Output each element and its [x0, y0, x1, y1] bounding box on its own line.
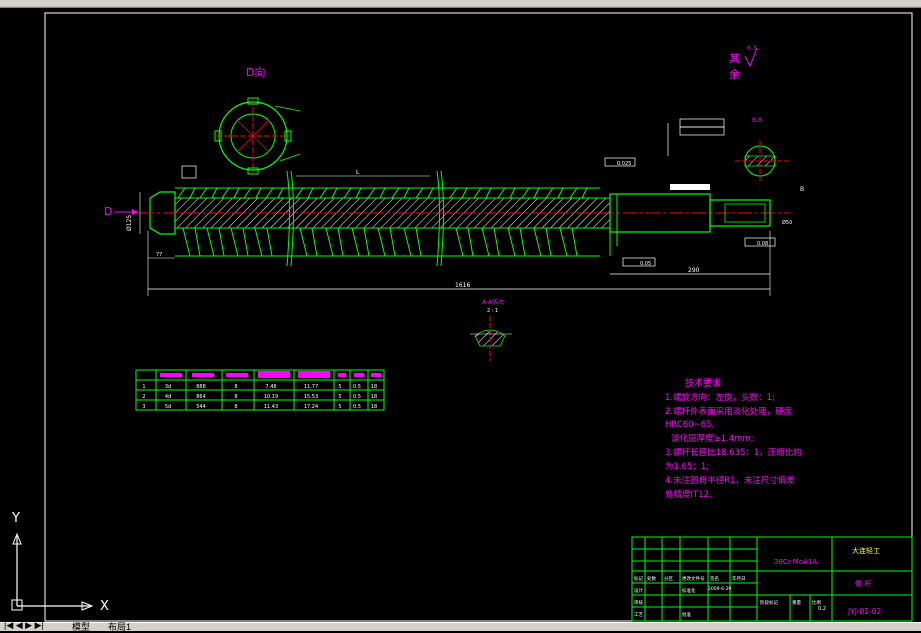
ucs-x-label: X — [100, 599, 109, 614]
svg-text:标准化: 标准化 — [682, 587, 696, 594]
svg-text:审核: 审核 — [634, 599, 643, 606]
table-cell: 18 — [371, 404, 377, 410]
svg-text:其: 其 — [729, 52, 740, 65]
table-cell: 5d — [165, 404, 171, 410]
drawing-border — [44, 12, 913, 622]
table-cell: 2 — [142, 394, 145, 400]
table-cell: 544 — [196, 404, 206, 410]
svg-text:批准: 批准 — [682, 611, 691, 618]
svg-text:为1.65：1;: 为1.65：1; — [665, 461, 709, 472]
table-cell: 7.48 — [265, 384, 276, 390]
tech-requirements: 技术要求 1.螺旋方向：左旋，头数：1; 2.螺杆外表面采用淡化处理，硬度 HR… — [665, 377, 802, 500]
svg-text:处精度IT12.: 处精度IT12. — [665, 489, 712, 500]
table-cell: 15.53 — [304, 394, 318, 400]
svg-text:工艺: 工艺 — [634, 612, 643, 618]
svg-text:Ø125: Ø125 — [126, 215, 133, 231]
table-cell: 1 — [142, 384, 145, 390]
svg-text:阶段标记: 阶段标记 — [760, 599, 778, 606]
svg-text:1.螺旋方向：左旋，头数：1;: 1.螺旋方向：左旋，头数：1; — [665, 392, 775, 403]
cad-drawing: D向 其 余 6.3 D 1616 290 Ø125 77 L Ø50 0.02… — [0, 6, 921, 622]
d-arrow-label: D — [104, 205, 112, 218]
table-cell: 0.5 — [353, 404, 361, 410]
table-cell: 5 — [338, 394, 341, 400]
drawing-number: JYJ-01-02 — [847, 607, 881, 616]
d-view: D向 — [214, 65, 301, 175]
table-cell: 18 — [371, 394, 377, 400]
svg-text:Ø50: Ø50 — [782, 219, 792, 226]
table-cell: 8 — [234, 394, 237, 400]
svg-text:标记: 标记 — [634, 575, 643, 582]
svg-text:0.2: 0.2 — [818, 606, 826, 612]
table-cell: 18 — [371, 384, 377, 390]
svg-text:L: L — [356, 169, 360, 176]
table-cell: 11.43 — [264, 404, 278, 410]
svg-text:比例: 比例 — [812, 599, 821, 606]
tech-title: 技术要求 — [685, 377, 721, 389]
table-cell: 8 — [234, 404, 237, 410]
svg-text:B: B — [800, 186, 804, 193]
table-cell: 3 — [142, 404, 145, 410]
svg-text:签名: 签名 — [710, 575, 719, 582]
svg-text:设计: 设计 — [634, 587, 643, 594]
table-cell: 888 — [196, 384, 206, 390]
svg-text:6.3: 6.3 — [747, 45, 757, 52]
d-view-label: D向 — [246, 65, 265, 79]
svg-text:淡化层厚度≥1.4mm;: 淡化层厚度≥1.4mm; — [671, 433, 754, 444]
table-cell: 3d — [165, 384, 171, 390]
material: 38Cr-MoA1A — [774, 558, 817, 566]
school: 大连轻工 — [852, 546, 880, 555]
svg-text:年月日: 年月日 — [732, 575, 746, 582]
svg-text:余: 余 — [729, 67, 740, 81]
other-roughness: 其 余 6.3 — [729, 45, 758, 81]
table-cell: 4d — [165, 394, 171, 400]
drawing-canvas[interactable]: D向 其 余 6.3 D 1616 290 Ø125 77 L Ø50 0.02… — [0, 6, 921, 622]
ucs-y-label: Y — [11, 511, 20, 526]
svg-text:4.未注圆角半径R1，未注尺寸偏差: 4.未注圆角半径R1，未注尺寸偏差 — [665, 475, 795, 486]
table-cell: 5 — [338, 384, 341, 390]
table-cell: 0.5 — [353, 394, 361, 400]
svg-text:处数: 处数 — [647, 575, 656, 582]
table-cell: 17.24 — [304, 404, 318, 410]
svg-text:2 : 1: 2 : 1 — [487, 308, 498, 314]
section-aa: A-A放大 2 : 1 — [470, 298, 512, 361]
table-cell: 8 — [234, 384, 237, 390]
tab-model[interactable]: 模型 — [72, 620, 90, 633]
svg-text:更改文件号: 更改文件号 — [682, 575, 705, 582]
svg-text:重量: 重量 — [792, 599, 801, 606]
table-cell: 0.5 — [353, 384, 361, 390]
svg-text:分区: 分区 — [664, 575, 673, 582]
svg-text:3.螺杆长径比18.635：1，压缩比约: 3.螺杆长径比18.635：1，压缩比约 — [665, 447, 802, 458]
ucs-icon: Y X — [11, 511, 109, 614]
svg-text:2.螺杆外表面采用淡化处理，硬度: 2.螺杆外表面采用淡化处理，硬度 — [665, 406, 793, 417]
table-cell: 10.19 — [264, 394, 278, 400]
part-name: 螺 杆 — [855, 579, 871, 588]
table-cell: 864 — [196, 394, 206, 400]
overall-length-dim: 1616 — [455, 282, 470, 289]
parameter-table: 1 3d 888 8 7.48 11.77 5 0.5 182 4d 864 8 10.19 15.53 5… — [135, 369, 385, 411]
table-cell: 5 — [338, 404, 341, 410]
table-cell: 11.77 — [304, 384, 318, 390]
svg-text:2009-6-29: 2009-6-29 — [708, 586, 731, 592]
svg-text:0.025: 0.025 — [617, 161, 631, 167]
tab-layout1[interactable]: 布局1 — [108, 620, 131, 633]
tab-nav-arrows[interactable]: |◀ ◀ ▶ ▶| — [4, 620, 44, 631]
svg-text:0.08: 0.08 — [757, 241, 768, 247]
svg-text:77: 77 — [156, 252, 162, 258]
svg-text:0.05: 0.05 — [640, 261, 651, 267]
svg-text:A-A放大: A-A放大 — [482, 298, 504, 306]
svg-text:HRC60~65,: HRC60~65, — [665, 420, 714, 430]
shank-length-dim: 290 — [688, 267, 700, 274]
section-bb: B-B B — [667, 117, 804, 193]
screw-main-view: D 1616 290 Ø125 77 L Ø50 0.025 0.05 0.08 — [104, 157, 792, 296]
svg-text:B-B: B-B — [752, 117, 762, 124]
